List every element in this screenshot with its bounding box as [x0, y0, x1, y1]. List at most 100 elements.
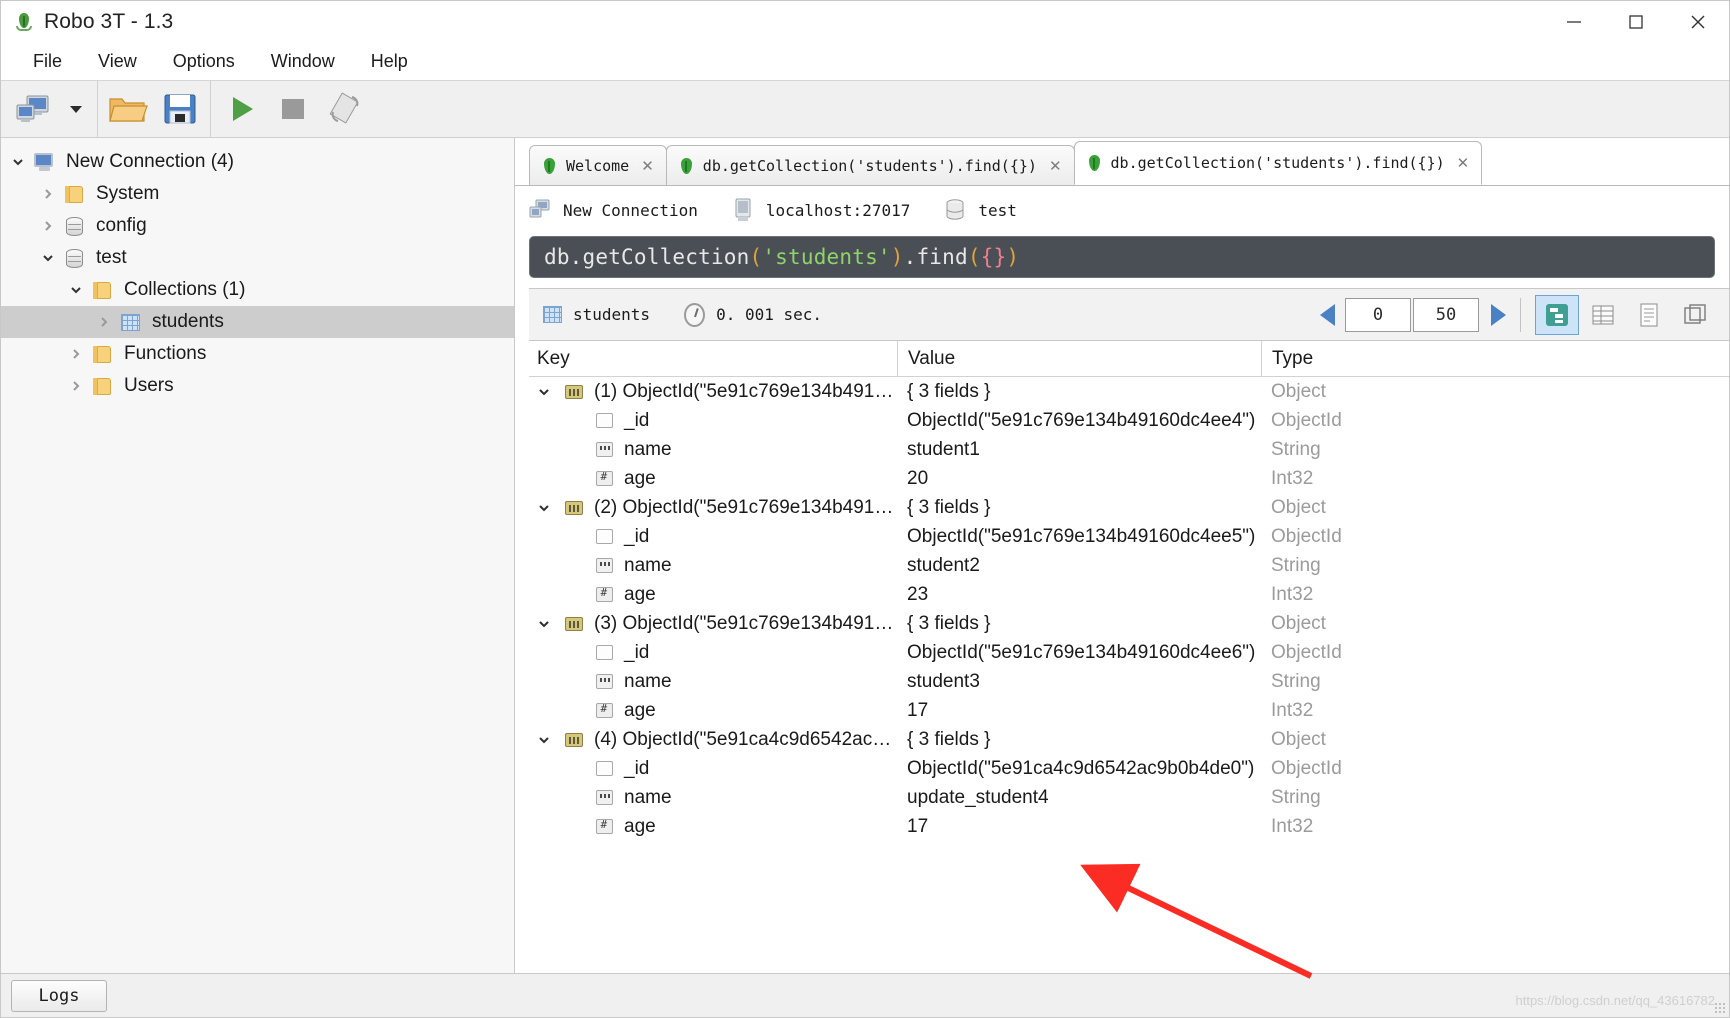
limit-input[interactable]: 50	[1413, 297, 1479, 332]
connect-dropdown-button[interactable]	[59, 83, 93, 135]
rotate-orientation-button[interactable]	[319, 83, 371, 135]
server-icon	[529, 199, 551, 221]
sidebar-item-config[interactable]: config	[1, 210, 514, 242]
maximize-view-button[interactable]	[1673, 295, 1717, 335]
menu-view[interactable]: View	[80, 47, 155, 76]
table-row[interactable]: age 20 Int32	[529, 464, 1729, 493]
table-row[interactable]: (3) ObjectId("5e91c769e134b49160... { 3 f…	[529, 609, 1729, 638]
logs-button[interactable]: Logs	[11, 979, 107, 1012]
table-row[interactable]: name student1 String	[529, 435, 1729, 464]
minimize-button[interactable]	[1543, 1, 1605, 42]
tree-view-button[interactable]	[1535, 294, 1579, 335]
row-type-cell: Object	[1271, 728, 1326, 750]
table-row[interactable]: name student3 String	[529, 667, 1729, 696]
row-key-cell: age	[529, 584, 897, 606]
connect-button[interactable]	[7, 83, 59, 135]
table-row[interactable]: age 23 Int32	[529, 580, 1729, 609]
table-row[interactable]: _id ObjectId("5e91c769e134b49160dc4ee4") O…	[529, 406, 1729, 435]
string-icon	[589, 790, 619, 805]
row-type-cell: ObjectId	[1271, 757, 1342, 779]
database-item[interactable]: test	[944, 198, 1017, 222]
row-value-cell: student1	[907, 438, 980, 460]
row-key-text: age	[624, 467, 656, 489]
chevron-down-icon[interactable]	[529, 385, 559, 399]
menu-file[interactable]: File	[15, 47, 80, 76]
row-key-cell: _id	[529, 642, 897, 664]
close-icon[interactable]: ✕	[641, 157, 654, 175]
stop-button[interactable]	[267, 83, 319, 135]
row-key-cell: (4) ObjectId("5e91ca4c9d6542ac9b0...	[529, 729, 897, 751]
prev-page-button[interactable]	[1320, 303, 1335, 326]
column-header-value[interactable]: Value	[897, 341, 1261, 376]
expand-icon	[1684, 303, 1706, 324]
menu-help[interactable]: Help	[353, 47, 426, 76]
objectid-icon	[589, 413, 619, 428]
text-view-button[interactable]	[1627, 295, 1671, 335]
table-row[interactable]: _id ObjectId("5e91ca4c9d6542ac9b0b4de0") O…	[529, 754, 1729, 783]
chevron-right-icon[interactable]	[35, 187, 61, 201]
table-row[interactable]: (4) ObjectId("5e91ca4c9d6542ac9b0... { 3 …	[529, 725, 1729, 754]
menu-bar: File View Options Window Help	[1, 42, 1729, 80]
chevron-down-icon[interactable]	[529, 501, 559, 515]
sidebar-item-system[interactable]: System	[1, 178, 514, 210]
sidebar-item-users[interactable]: Users	[1, 370, 514, 402]
sidebar-item-collections[interactable]: Collections (1)	[1, 274, 514, 306]
chevron-down-icon[interactable]	[35, 251, 61, 265]
table-row[interactable]: name update_student4 String	[529, 783, 1729, 812]
close-icon[interactable]: ✕	[1457, 154, 1470, 172]
table-row[interactable]: age 17 Int32	[529, 696, 1729, 725]
tab-query-1[interactable]: db.getCollection('students').find({}) ✕	[665, 145, 1075, 185]
chevron-down-icon[interactable]	[529, 617, 559, 631]
row-value-cell: { 3 fields }	[907, 612, 991, 634]
close-button[interactable]	[1667, 1, 1729, 42]
table-row[interactable]: (1) ObjectId("5e91c769e134b49160... { 3 f…	[529, 377, 1729, 406]
sidebar-item-students[interactable]: students	[1, 306, 514, 338]
table-row[interactable]: _id ObjectId("5e91c769e134b49160dc4ee6") O…	[529, 638, 1729, 667]
chevron-right-icon[interactable]	[63, 347, 89, 361]
connection-name-item[interactable]: New Connection	[529, 199, 698, 221]
next-page-button[interactable]	[1491, 303, 1506, 326]
column-header-type[interactable]: Type	[1261, 341, 1729, 376]
skip-input[interactable]: 0	[1345, 297, 1411, 332]
connection-name: New Connection	[563, 200, 698, 220]
table-row[interactable]: (2) ObjectId("5e91c769e134b49160... { 3 f…	[529, 493, 1729, 522]
watermark-text: https://blog.csdn.net/qq_43616782	[1515, 993, 1716, 1008]
execute-button[interactable]	[215, 83, 267, 135]
menu-options[interactable]: Options	[155, 47, 253, 76]
row-key-text: _id	[624, 525, 650, 547]
tab-query-2[interactable]: db.getCollection('students').find({}) ✕	[1073, 141, 1483, 185]
table-view-button[interactable]	[1581, 295, 1625, 335]
chevron-down-icon[interactable]	[5, 155, 31, 169]
sidebar-item-label: students	[152, 311, 224, 332]
table-row[interactable]: age 17 Int32	[529, 812, 1729, 841]
chevron-right-icon[interactable]	[91, 315, 117, 329]
host-item[interactable]: localhost:27017	[732, 198, 910, 222]
query-editor[interactable]: db.getCollection('students') .find({})	[529, 236, 1715, 278]
row-key-cell: name	[529, 555, 897, 577]
objectid-icon	[589, 529, 619, 544]
document-icon	[559, 616, 589, 631]
chevron-down-icon[interactable]	[529, 733, 559, 747]
menu-window[interactable]: Window	[253, 47, 353, 76]
sidebar-item-label: System	[96, 183, 160, 204]
open-script-button[interactable]	[102, 83, 154, 135]
column-header-key[interactable]: Key	[529, 348, 897, 370]
chevron-down-icon[interactable]	[63, 283, 89, 297]
int-icon	[589, 470, 619, 486]
chevron-right-icon[interactable]	[35, 219, 61, 233]
sidebar-item-new-connection[interactable]: New Connection (4)	[1, 146, 514, 178]
row-key-cell: age	[529, 468, 897, 490]
results-toolbar: students 0. 001 sec. 0 50	[529, 288, 1729, 340]
table-row[interactable]: _id ObjectId("5e91c769e134b49160dc4ee5") O…	[529, 522, 1729, 551]
table-row[interactable]: name student2 String	[529, 551, 1729, 580]
sidebar-item-test[interactable]: test	[1, 242, 514, 274]
chevron-right-icon[interactable]	[63, 379, 89, 393]
close-icon[interactable]: ✕	[1049, 157, 1062, 175]
play-triangle-icon	[233, 97, 253, 121]
connection-info-bar: New Connection localhost:27017 test	[515, 186, 1729, 234]
tab-welcome[interactable]: Welcome ✕	[529, 145, 667, 185]
maximize-button[interactable]	[1605, 1, 1667, 42]
resize-grip[interactable]	[1714, 1002, 1726, 1014]
save-script-button[interactable]	[154, 83, 206, 135]
sidebar-item-functions[interactable]: Functions	[1, 338, 514, 370]
